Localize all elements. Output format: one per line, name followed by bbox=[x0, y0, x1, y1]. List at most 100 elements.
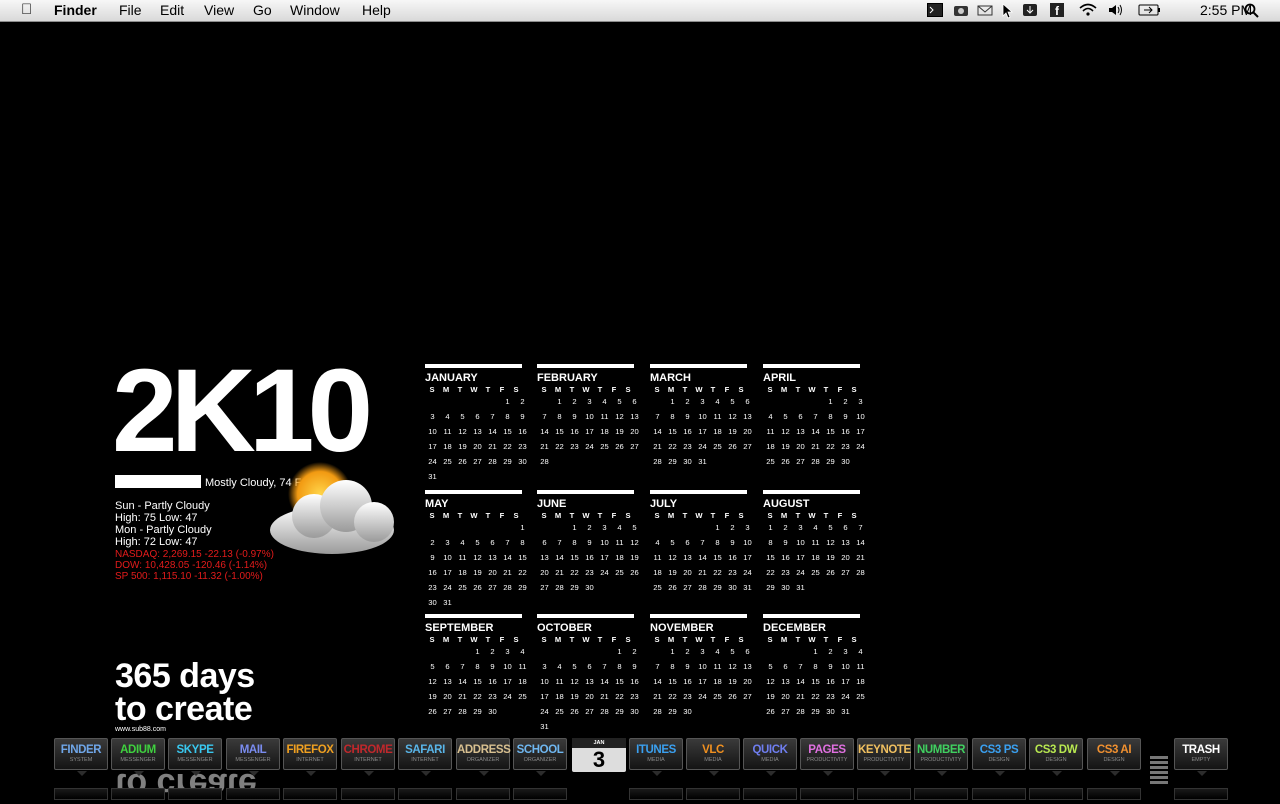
calendar-day: 20 bbox=[630, 427, 639, 436]
dock-item-address[interactable]: ADDRESS ORGANIZER bbox=[456, 738, 511, 776]
calendar-day: 3 bbox=[430, 412, 435, 421]
calendar-day: 1 bbox=[768, 523, 773, 532]
weekday-label: F bbox=[499, 635, 505, 644]
dock-item-number[interactable]: NUMBER PRODUCTIVITY bbox=[914, 738, 968, 776]
calendar-day: 19 bbox=[630, 553, 639, 562]
camera-icon[interactable] bbox=[953, 3, 969, 18]
mail-icon[interactable] bbox=[977, 3, 993, 18]
calendar-day: 22 bbox=[503, 442, 512, 451]
dock-item-quick[interactable]: QUICK MEDIA bbox=[743, 738, 797, 776]
terminal-icon[interactable] bbox=[927, 3, 943, 18]
menu-view[interactable]: View bbox=[204, 2, 234, 18]
calendar-day: 24 bbox=[796, 568, 805, 577]
dock-item-chrome[interactable]: CHROME INTERNET bbox=[341, 738, 395, 776]
calendar-day: 6 bbox=[843, 523, 848, 532]
calendar-day: 11 bbox=[555, 677, 564, 686]
dock-item-cs3-dw[interactable]: CS3 DW DESIGN bbox=[1029, 738, 1083, 776]
calendar-day: 28 bbox=[653, 457, 662, 466]
weekday-label: M bbox=[780, 511, 788, 520]
calendar-day: 28 bbox=[540, 457, 549, 466]
calendar-day: 28 bbox=[488, 457, 497, 466]
battery-icon[interactable] bbox=[1138, 3, 1162, 18]
day-grid: 1 2 3 4 5 6 7 8 9 10 11 12 13 14 15 16 17 18 19 20 21 22 23 24 2… bbox=[537, 394, 638, 469]
menu-finder[interactable]: Finder bbox=[54, 2, 97, 18]
calendar-day: 11 bbox=[458, 553, 467, 562]
dock-item-skype[interactable]: SKYPE MESSENGER bbox=[168, 738, 222, 776]
dock-item-trash[interactable]: TRASH EMPTY bbox=[1174, 738, 1228, 776]
calendar-day: 19 bbox=[781, 442, 790, 451]
wifi-icon[interactable] bbox=[1078, 3, 1097, 18]
dock-item-category: ORGANIZER bbox=[466, 757, 500, 763]
dock-item-label: SKYPE bbox=[176, 744, 214, 756]
calendar-day: 3 bbox=[445, 538, 450, 547]
month-name: OCTOBER bbox=[537, 622, 592, 634]
calendar-day: 8 bbox=[813, 662, 818, 671]
calendar-day: 25 bbox=[615, 568, 624, 577]
calendar-day: 31 bbox=[743, 583, 752, 592]
calendar-day: 29 bbox=[473, 707, 482, 716]
menu-window[interactable]: Window bbox=[290, 2, 340, 18]
calendar-day: 30 bbox=[781, 583, 790, 592]
dock-stack-icon[interactable] bbox=[1150, 756, 1168, 792]
weekday-label: T bbox=[710, 511, 716, 520]
dock-item-cs3-ai[interactable]: CS3 AI DESIGN bbox=[1087, 738, 1141, 776]
weekday-label: M bbox=[554, 635, 562, 644]
menu-go[interactable]: Go bbox=[253, 2, 272, 18]
dock-item-finder[interactable]: FINDER SYSTEM bbox=[54, 738, 108, 776]
weekday-label: T bbox=[569, 635, 575, 644]
dock-item-keynote[interactable]: KEYNOTE PRODUCTIVITY bbox=[857, 738, 911, 776]
facebook-icon[interactable]: f bbox=[1049, 3, 1065, 18]
calendar-day: 29 bbox=[615, 707, 624, 716]
tagline-line: 365 days bbox=[115, 657, 255, 695]
menu-edit[interactable]: Edit bbox=[160, 2, 184, 18]
weekday-label: F bbox=[499, 511, 505, 520]
calendar-day: 3 bbox=[745, 523, 750, 532]
menu-file[interactable]: File bbox=[119, 2, 142, 18]
month-bar bbox=[763, 364, 860, 368]
calendar-day: 23 bbox=[428, 583, 437, 592]
dock-item-school[interactable]: SCHOOL ORGANIZER bbox=[513, 738, 567, 776]
calendar-day: 3 bbox=[542, 662, 547, 671]
calendar-day: 22 bbox=[518, 568, 527, 577]
dock-item-vlc[interactable]: VLC MEDIA bbox=[686, 738, 740, 776]
dock-item-cs3-ps[interactable]: CS3 PS DESIGN bbox=[972, 738, 1026, 776]
menu-help[interactable]: Help bbox=[362, 2, 391, 18]
month-bar bbox=[763, 614, 860, 618]
calendar-day: 14 bbox=[540, 427, 549, 436]
dock-item-pages[interactable]: PAGES PRODUCTIVITY bbox=[800, 738, 854, 776]
calendar-day: 8 bbox=[557, 412, 562, 421]
calendar-day: 21 bbox=[458, 692, 467, 701]
weekday-label: T bbox=[597, 635, 603, 644]
calendar-day: 22 bbox=[668, 442, 677, 451]
weekday-label: S bbox=[541, 635, 547, 644]
calendar-day: 19 bbox=[570, 692, 579, 701]
calendar-day: 30 bbox=[488, 707, 497, 716]
weekday-label: S bbox=[738, 385, 744, 394]
calendar-day: 10 bbox=[743, 538, 752, 547]
calendar-day: 21 bbox=[503, 568, 512, 577]
dock-item-category: DESIGN bbox=[1045, 757, 1067, 763]
calendar-day: 24 bbox=[585, 442, 594, 451]
dock-item-itunes[interactable]: ITUNES MEDIA bbox=[629, 738, 683, 776]
download-icon[interactable] bbox=[1022, 3, 1038, 18]
calendar-day: 6 bbox=[475, 412, 480, 421]
calendar-day: 15 bbox=[826, 427, 835, 436]
calendar-day: 23 bbox=[841, 442, 850, 451]
apple-menu-icon[interactable]:  bbox=[21, 1, 32, 18]
calendar-day: 24 bbox=[698, 692, 707, 701]
dock-item-mail[interactable]: MAIL MESSENGER bbox=[226, 738, 280, 776]
calendar-day: 13 bbox=[630, 412, 639, 421]
dock-item-firefox[interactable]: FIREFOX INTERNET bbox=[283, 738, 337, 776]
spotlight-icon[interactable] bbox=[1244, 3, 1260, 18]
calendar-day: 12 bbox=[766, 677, 775, 686]
dock-item-adium[interactable]: ADIUM MESSENGER bbox=[111, 738, 165, 776]
day-grid: 1 2 3 4 5 6 7 8 9 10 11 12 13 14 15 16 17 18 19 20 21 22 23 24 2… bbox=[425, 394, 526, 484]
calendar-day: 27 bbox=[540, 583, 549, 592]
dock-item-ical[interactable]: JAN 3 bbox=[572, 738, 626, 772]
dock-item-label: ADIUM bbox=[120, 744, 156, 756]
volume-icon[interactable] bbox=[1107, 3, 1123, 18]
calendar-day: 23 bbox=[683, 692, 692, 701]
dock-item-category: PRODUCTIVITY bbox=[863, 757, 905, 763]
calendar-day: 31 bbox=[796, 583, 805, 592]
dock-item-safari[interactable]: SAFARI INTERNET bbox=[398, 738, 452, 776]
